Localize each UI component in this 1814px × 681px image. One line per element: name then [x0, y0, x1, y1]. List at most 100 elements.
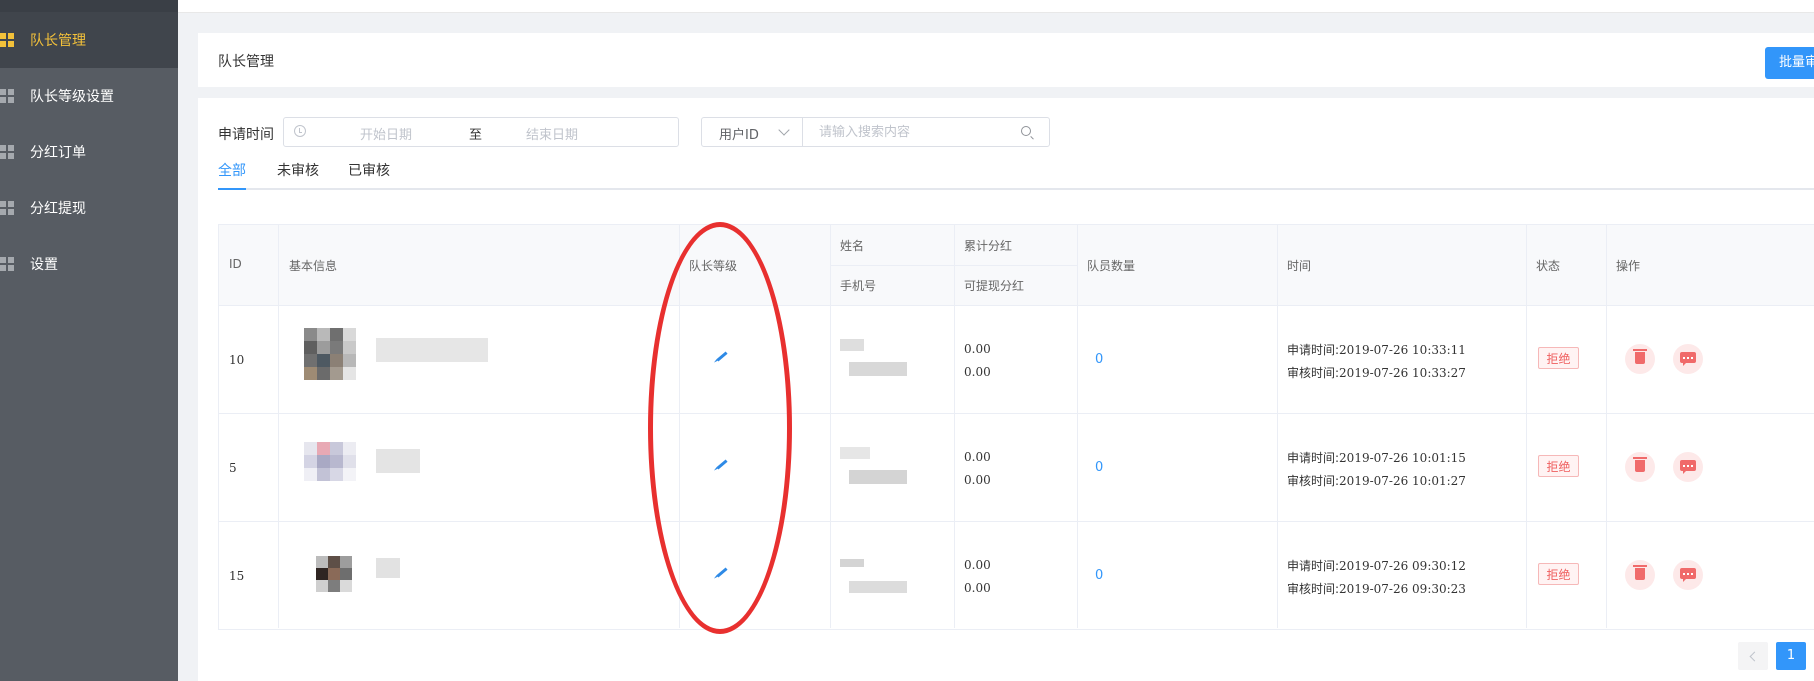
column-divider	[278, 225, 279, 628]
chat-icon	[1680, 568, 1696, 582]
page-title: 队长管理	[218, 54, 274, 70]
chat-icon	[1680, 352, 1696, 366]
withdrawable-dividend: 0.00	[964, 365, 991, 379]
pagination-page-1[interactable]: 1	[1776, 642, 1806, 670]
table-row: 15 0.00 0.00 0 申请时间:2019-07-26 09:30:12 …	[219, 522, 1814, 630]
top-bar	[178, 0, 1814, 13]
review-time-value: 2019-07-26 10:33:27	[1339, 366, 1466, 380]
batch-review-button[interactable]: 批量审核	[1765, 47, 1814, 79]
date-separator: 至	[469, 128, 483, 143]
apply-time: 申请时间:2019-07-26 10:01:15	[1287, 449, 1466, 466]
delete-button[interactable]	[1625, 560, 1655, 590]
blurred-phone	[849, 470, 907, 484]
withdrawable-dividend: 0.00	[964, 473, 991, 487]
grid-icon	[0, 89, 14, 103]
blurred-phone	[849, 581, 907, 593]
apply-time-label: 申请时间	[218, 127, 274, 143]
header-actions: 操作	[1616, 259, 1641, 273]
page-header: 队长管理 批量审核	[198, 33, 1814, 87]
grid-icon	[0, 257, 14, 271]
column-divider	[954, 225, 955, 628]
blurred-nickname	[376, 449, 420, 473]
table-row: 10 0.00 0.00 0 申请时间:2019-07-26 10:33:11 …	[219, 306, 1814, 414]
sidebar-item-label: 分红订单	[30, 145, 86, 161]
blurred-nickname	[376, 338, 488, 362]
sidebar-item-label: 队长等级设置	[30, 89, 114, 105]
sidebar-item-settings[interactable]: 设置	[0, 236, 178, 292]
table-header: ID 基本信息 队长等级 姓名 手机号 累计分红 可提现分红 队员数量 时间 状…	[219, 225, 1814, 306]
message-button[interactable]	[1673, 560, 1703, 590]
member-count-link[interactable]: 0	[1095, 460, 1103, 475]
withdrawable-dividend: 0.00	[964, 581, 991, 595]
blurred-nickname	[376, 558, 400, 578]
tab-unreviewed[interactable]: 未审核	[277, 160, 319, 188]
apply-time: 申请时间:2019-07-26 09:30:12	[1287, 557, 1466, 574]
apply-time: 申请时间:2019-07-26 10:33:11	[1287, 341, 1466, 358]
apply-time-label: 申请时间:	[1287, 343, 1340, 357]
chevron-down-icon	[778, 124, 790, 136]
grid-icon	[0, 145, 14, 159]
trash-icon	[1633, 349, 1647, 364]
search-icon[interactable]	[1021, 126, 1031, 136]
status-badge: 拒绝	[1538, 563, 1579, 585]
start-date-input[interactable]: 开始日期	[360, 124, 412, 143]
row-id: 5	[229, 461, 237, 475]
sidebar-item-dividend-withdrawal[interactable]: 分红提现	[0, 180, 178, 236]
delete-button[interactable]	[1625, 344, 1655, 374]
status-tabs: 全部 未审核 已审核	[218, 156, 1814, 190]
message-button[interactable]	[1673, 344, 1703, 374]
blurred-name	[840, 559, 864, 567]
review-time: 审核时间:2019-07-26 09:30:23	[1287, 580, 1466, 597]
sidebar-item-label: 设置	[30, 257, 58, 273]
header-withdrawable: 可提现分红	[964, 279, 1025, 293]
edit-pencil-icon[interactable]	[716, 459, 728, 470]
review-time-label: 审核时间:	[1287, 366, 1340, 380]
delete-button[interactable]	[1625, 452, 1655, 482]
apply-time-value: 2019-07-26 10:33:11	[1339, 343, 1466, 357]
header-time: 时间	[1287, 259, 1312, 273]
main-content: 申请时间 开始日期 至 结束日期 用户ID 全部 未审核 已审核 ID 基本信息…	[198, 98, 1814, 681]
header-basic-info: 基本信息	[289, 259, 338, 273]
trash-icon	[1633, 565, 1647, 580]
apply-time-value: 2019-07-26 09:30:12	[1339, 559, 1466, 573]
date-range-picker[interactable]: 开始日期 至 结束日期	[283, 117, 679, 147]
grid-icon	[0, 33, 14, 47]
review-time-value: 2019-07-26 09:30:23	[1339, 582, 1466, 596]
apply-time-label: 申请时间:	[1287, 559, 1340, 573]
tab-reviewed[interactable]: 已审核	[348, 160, 390, 188]
header-name: 姓名	[840, 239, 865, 253]
avatar	[316, 556, 352, 592]
sidebar-item-dividend-orders[interactable]: 分红订单	[0, 124, 178, 180]
review-time-label: 审核时间:	[1287, 582, 1340, 596]
tab-all[interactable]: 全部	[218, 160, 246, 190]
search-input[interactable]	[803, 118, 1013, 146]
table-row: 5 0.00 0.00 0 申请时间:2019-07-26 10:01:15 审…	[219, 414, 1814, 522]
sidebar: 队长管理 队长等级设置 分红订单 分红提现 设置	[0, 0, 178, 681]
review-time-value: 2019-07-26 10:01:27	[1339, 474, 1466, 488]
pagination-prev-button[interactable]	[1738, 642, 1768, 670]
edit-pencil-icon[interactable]	[716, 567, 728, 578]
member-count-link[interactable]: 0	[1095, 352, 1103, 367]
apply-time-value: 2019-07-26 10:01:15	[1339, 451, 1466, 465]
sidebar-item-level-settings[interactable]: 队长等级设置	[0, 68, 178, 124]
total-dividend: 0.00	[964, 450, 991, 464]
search-field-select[interactable]: 用户ID	[702, 118, 803, 146]
avatar	[304, 442, 356, 481]
review-time: 审核时间:2019-07-26 10:01:27	[1287, 472, 1466, 489]
review-time: 审核时间:2019-07-26 10:33:27	[1287, 364, 1466, 381]
header-id: ID	[229, 257, 242, 271]
column-divider	[1526, 225, 1527, 628]
row-id: 10	[229, 353, 245, 367]
row-id: 15	[229, 569, 245, 583]
member-count-link[interactable]: 0	[1095, 568, 1103, 583]
sidebar-item-label: 分红提现	[30, 201, 86, 217]
sidebar-item-captain-management[interactable]: 队长管理	[0, 12, 178, 68]
avatar	[304, 328, 356, 380]
search-group: 用户ID	[701, 117, 1050, 147]
column-divider	[830, 225, 831, 628]
end-date-input[interactable]: 结束日期	[526, 124, 578, 143]
message-button[interactable]	[1673, 452, 1703, 482]
header-phone: 手机号	[840, 279, 877, 293]
total-dividend: 0.00	[964, 558, 991, 572]
edit-pencil-icon[interactable]	[716, 351, 728, 362]
